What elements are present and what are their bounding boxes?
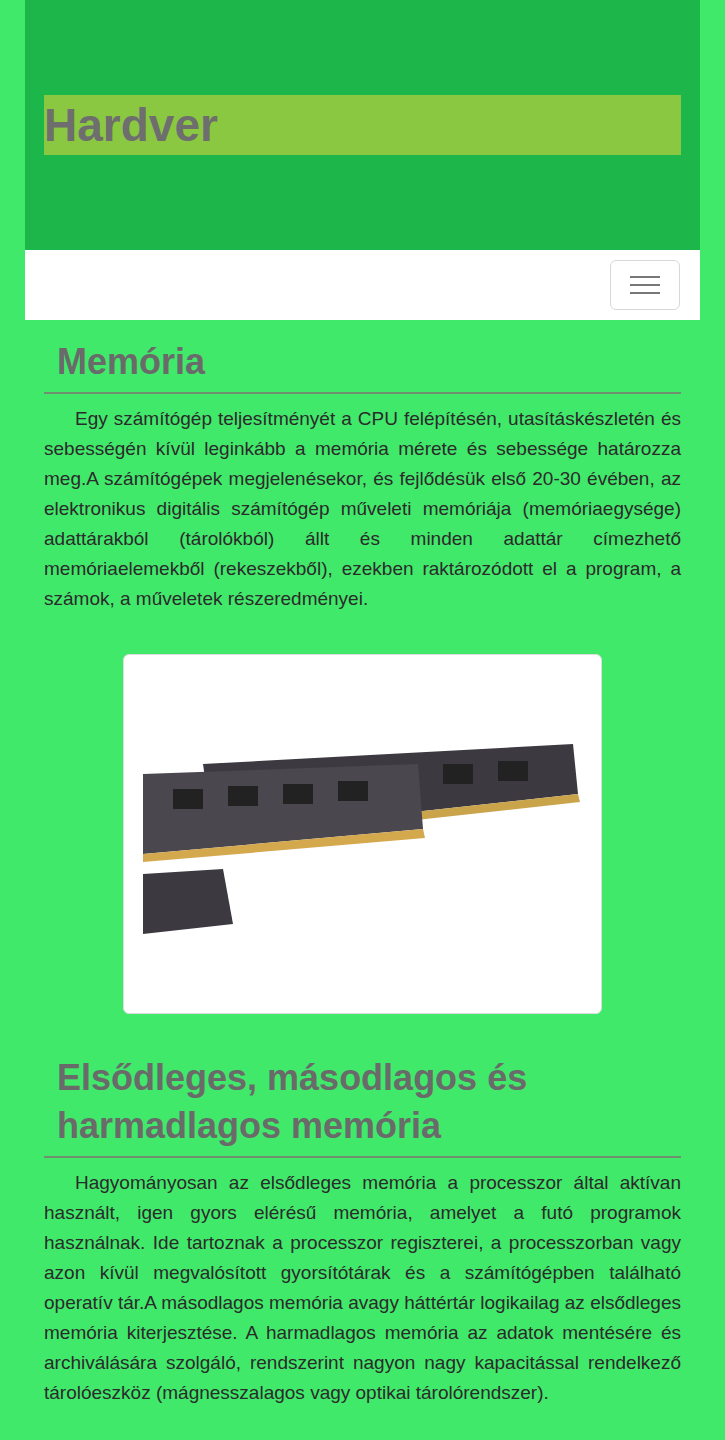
navbar: [25, 250, 700, 320]
page: Hardver Memória Egy számítógép teljesítmén…: [0, 0, 725, 1440]
content: Memória Egy számítógép teljesítményét a C…: [0, 320, 725, 1432]
section-paragraph: Egy számítógép teljesítményét a CPU felé…: [44, 404, 681, 614]
header: Hardver: [25, 0, 700, 250]
hamburger-icon: [630, 273, 660, 297]
ram-modules-icon: [143, 734, 583, 934]
site-title: Hardver: [44, 97, 218, 153]
section-heading: Memória: [44, 338, 681, 394]
section-heading: Elsődleges, másodlagos és harmadlagos me…: [44, 1054, 681, 1158]
section: Elsődleges, másodlagos és harmadlagos me…: [44, 1054, 681, 1408]
section-paragraph: Hagyományosan az elsődleges memória a pr…: [44, 1168, 681, 1408]
header-title-bar: Hardver: [44, 95, 681, 155]
section: Memória Egy számítógép teljesítményét a C…: [44, 338, 681, 1014]
nav-toggle-button[interactable]: [610, 260, 680, 310]
ram-image: [123, 654, 602, 1014]
